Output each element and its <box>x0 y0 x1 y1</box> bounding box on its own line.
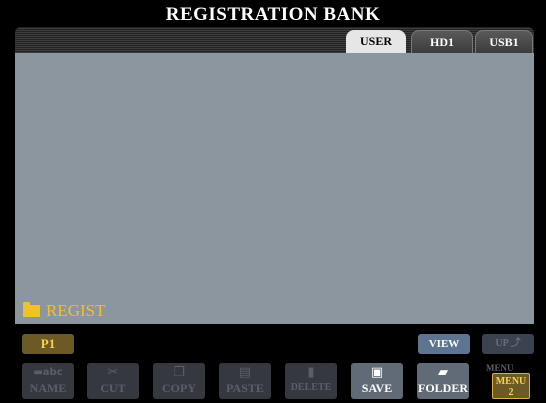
page-button-p1[interactable]: P1 <box>22 334 74 354</box>
file-list-area[interactable]: REGIST <box>15 53 534 324</box>
floppy-icon: ▣ <box>370 365 384 380</box>
folder-icon <box>23 302 40 317</box>
menu-faded-label: MENU <box>486 363 514 373</box>
copy-icon: ❐ <box>173 365 185 380</box>
paste-icon: ▤ <box>238 365 252 380</box>
screen-title: REGISTRATION BANK <box>165 4 381 25</box>
scissors-icon: ✂ <box>107 365 119 380</box>
up-button[interactable]: UP ⤴ <box>482 334 534 354</box>
up-arrow-icon: ⤴ <box>510 338 521 349</box>
drive-tab-bar: USER HD1 USB1 <box>15 27 534 54</box>
trash-icon: ▮ <box>307 365 315 380</box>
tab-hd1[interactable]: HD1 <box>411 30 473 54</box>
folder-button[interactable]: ▰ FOLDER <box>417 363 469 399</box>
delete-button[interactable]: ▮ DELETE <box>285 363 337 399</box>
current-folder-name: REGIST <box>46 301 106 320</box>
abc-icon: ▬abc <box>33 367 63 378</box>
current-folder-path: REGIST <box>23 301 106 321</box>
copy-button[interactable]: ❐ COPY <box>153 363 205 399</box>
save-button[interactable]: ▣ SAVE <box>351 363 403 399</box>
menu-2-face[interactable]: MENU 2 <box>492 373 530 399</box>
menu-2-button[interactable]: MENU MENU 2 <box>482 363 534 399</box>
name-button[interactable]: ▬abc NAME <box>22 363 74 399</box>
tab-usb1[interactable]: USB1 <box>475 30 533 54</box>
paste-button[interactable]: ▤ PASTE <box>219 363 271 399</box>
view-button[interactable]: VIEW <box>418 334 470 354</box>
cut-button[interactable]: ✂ CUT <box>87 363 139 399</box>
tab-user[interactable]: USER <box>346 30 406 53</box>
folder-icon: ▰ <box>438 365 448 380</box>
